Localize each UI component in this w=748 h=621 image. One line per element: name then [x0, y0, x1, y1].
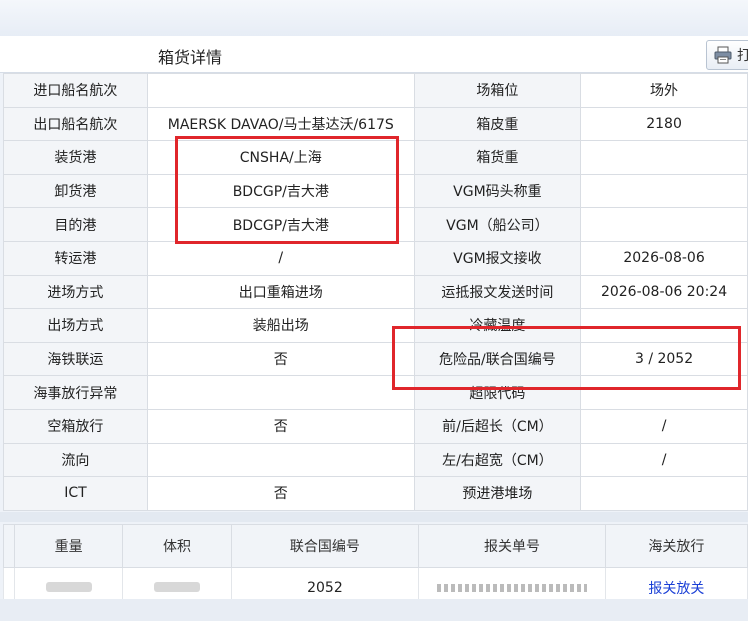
field-label: 箱货重 [413, 140, 582, 175]
field-label: 超限代码 [413, 375, 582, 410]
table-row: 目的港 BDCGP/吉大港 VGM（船公司） [3, 207, 748, 242]
field-label: 进口船名航次 [3, 73, 148, 108]
table-row: 进场方式 出口重箱进场 运抵报文发送时间 2026-08-06 20:24 [3, 274, 748, 310]
field-label: 危险品/联合国编号 [413, 341, 582, 377]
field-value: / [146, 240, 415, 276]
field-value: 3 / 2052 [580, 341, 748, 377]
field-label: VGM码头称重 [413, 173, 582, 209]
table-row: ICT 否预进港堆场 [3, 476, 748, 511]
field-value: / [580, 442, 748, 478]
field-label: 进场方式 [3, 274, 148, 310]
field-value: 装船出场 [146, 308, 415, 343]
field-label: VGM报文接收 [413, 240, 582, 276]
field-value [580, 173, 748, 209]
field-label: 卸货港 [3, 173, 148, 209]
field-label: 前/后超长（CM） [413, 408, 582, 444]
col-volume: 体积 [122, 524, 232, 568]
table-row: 出场方式 装船出场 冷藏温度 [3, 308, 748, 343]
redacted-value [153, 581, 200, 592]
table-row: 装货港 CNSHA/上海 箱货重 [3, 140, 748, 175]
field-label: 空箱放行 [3, 408, 148, 444]
customs-release-link[interactable]: 报关放关 [648, 581, 704, 597]
field-value: 否 [146, 476, 415, 511]
field-value: BDCGP/吉大港 [146, 207, 415, 242]
redacted-value [436, 583, 587, 592]
field-value: MAERSK DAVAO/马士基达沃/617S [146, 106, 415, 142]
page-title: 箱货详情 [158, 48, 223, 67]
field-value: 2026-08-06 [580, 240, 748, 276]
field-value [146, 375, 415, 410]
print-button-label: 打 [737, 48, 748, 64]
top-toolbar [0, 0, 748, 37]
field-label: 冷藏温度 [413, 308, 582, 343]
table-row: 出口船名航次 MAERSK DAVAO/马士基达沃/617S 箱皮重 2180 [3, 106, 748, 142]
table-row: 空箱放行否前/后超长（CM） / [3, 408, 748, 444]
field-label: VGM（船公司） [413, 207, 582, 242]
field-value: 2026-08-06 20:24 [580, 274, 748, 310]
field-value [580, 476, 748, 511]
table-row: 流向 左/右超宽（CM） / [3, 442, 748, 478]
field-label: 场箱位 [413, 73, 582, 108]
field-label: 出场方式 [3, 308, 148, 343]
field-value: 否 [146, 341, 415, 377]
printer-icon [714, 46, 732, 64]
field-value: BDCGP/吉大港 [146, 173, 415, 209]
print-button[interactable]: 打 [706, 40, 748, 70]
field-value [146, 73, 415, 108]
cargo-table-header: 重量 体积 联合国编号 报关单号 海关放行 [3, 524, 748, 568]
field-value: 出口重箱进场 [146, 274, 415, 310]
field-value [580, 140, 748, 175]
field-label: 流向 [3, 442, 148, 478]
field-label: 预进港堆场 [413, 476, 582, 511]
cargo-table-gutter [3, 524, 15, 568]
field-value [580, 375, 748, 410]
table-row: 海铁联运否危险品/联合国编号 3 / 2052 [3, 341, 748, 377]
field-label: 出口船名航次 [3, 106, 148, 142]
redacted-value [45, 581, 92, 592]
table-row: 进口船名航次 场箱位 场外 [3, 73, 748, 108]
col-weight: 重量 [13, 524, 124, 568]
field-label: 运抵报文发送时间 [413, 274, 582, 310]
field-label: ICT [3, 476, 148, 511]
cargo-table: 重量 体积 联合国编号 报关单号 海关放行 2052 报关放关 [3, 524, 748, 608]
table-row: 海事放行异常 超限代码 [3, 375, 748, 410]
col-declaration-no: 报关单号 [418, 524, 606, 568]
col-un-number: 联合国编号 [230, 524, 420, 568]
field-value [146, 442, 415, 478]
field-value: 场外 [580, 73, 748, 108]
field-value: / [580, 408, 748, 444]
field-value [580, 207, 748, 242]
field-value: 2180 [580, 106, 748, 142]
table-row: 卸货港 BDCGP/吉大港 VGM码头称重 [3, 173, 748, 209]
bottom-strip [0, 599, 748, 621]
panel-header: 箱货详情 打 [0, 36, 748, 73]
field-label: 海事放行异常 [3, 375, 148, 410]
field-value: CNSHA/上海 [146, 140, 415, 175]
table-row: 转运港 / VGM报文接收 2026-08-06 [3, 240, 748, 276]
section-divider [0, 512, 748, 522]
field-label: 装货港 [3, 140, 148, 175]
col-customs-release: 海关放行 [604, 524, 748, 568]
field-label: 目的港 [3, 207, 148, 242]
field-value: 否 [146, 408, 415, 444]
container-detail-table: 进口船名航次 场箱位 场外 出口船名航次 MAERSK DAVAO/马士基达沃/617S… [3, 73, 748, 511]
field-label: 转运港 [3, 240, 148, 276]
field-label: 海铁联运 [3, 341, 148, 377]
field-label: 箱皮重 [413, 106, 582, 142]
field-label: 左/右超宽（CM） [413, 442, 582, 478]
field-value [580, 308, 748, 343]
